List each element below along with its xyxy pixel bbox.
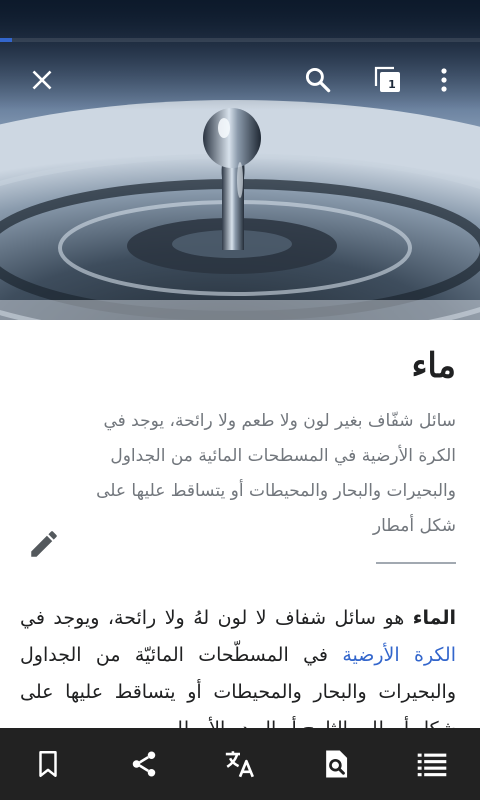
earth-link[interactable]: الكرة الأرضية — [342, 644, 456, 666]
article-body-paragraph: الماء هو سائل شفاف لا لون لهُ ولا رائحة،… — [20, 600, 456, 748]
body-text-segment: هو سائل شفاف لا لون لهُ ولا رائحة، ويوجد… — [20, 607, 413, 629]
bold-term: الماء — [412, 607, 456, 629]
change-language-button[interactable] — [212, 736, 268, 792]
page-load-progress — [0, 38, 12, 42]
table-of-contents-button[interactable] — [404, 736, 460, 792]
pencil-icon — [31, 531, 57, 557]
edit-description-button[interactable] — [22, 522, 66, 566]
bottom-action-bar — [0, 728, 480, 800]
tabs-button[interactable]: 1 — [364, 56, 412, 104]
table-of-contents-icon — [417, 753, 447, 777]
close-button[interactable] — [18, 56, 66, 104]
search-icon — [305, 67, 331, 93]
share-button[interactable] — [116, 736, 172, 792]
tabs-count: 1 — [388, 77, 396, 91]
find-in-page-icon — [326, 750, 348, 778]
overflow-menu-icon — [441, 68, 447, 92]
description-divider — [376, 562, 456, 564]
translate-icon — [225, 751, 254, 778]
page-load-progress-track — [0, 38, 480, 42]
find-in-page-button[interactable] — [308, 736, 364, 792]
share-icon — [132, 751, 156, 777]
page-title: ماء — [411, 346, 456, 386]
save-button[interactable] — [20, 736, 76, 792]
bookmark-icon — [39, 750, 57, 778]
tabs-icon: 1 — [372, 64, 404, 96]
search-button[interactable] — [294, 56, 342, 104]
overflow-menu-button[interactable] — [420, 56, 468, 104]
close-icon — [32, 70, 52, 90]
article-description: سائل شفّاف بغير لون ولا طعم ولا رائحة، ي… — [96, 411, 456, 536]
